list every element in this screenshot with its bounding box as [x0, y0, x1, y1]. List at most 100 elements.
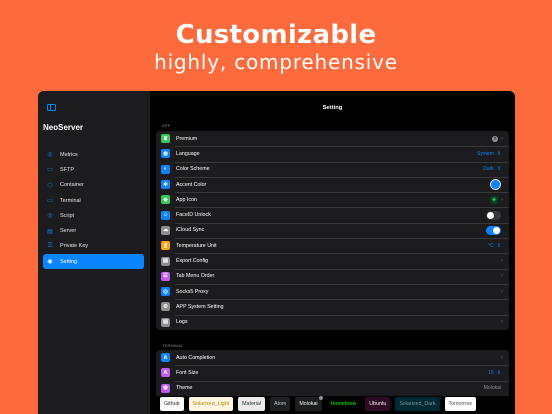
- sidebar-item-label: Private Key: [60, 243, 89, 250]
- script-icon: ◎: [47, 213, 53, 220]
- setting-label: Tab Menu Order: [176, 273, 215, 280]
- app-title: NeoServer: [43, 123, 84, 132]
- setting-label: FaceID Unlock: [176, 212, 211, 219]
- page-title: Setting: [322, 105, 343, 111]
- toggle-faceid-unlock[interactable]: [486, 210, 501, 220]
- promo-title: Customizable: [175, 20, 377, 50]
- thermometer-icon: ▮: [161, 241, 170, 251]
- export-icon: ▤: [161, 256, 170, 266]
- toggle-knob: [487, 211, 494, 219]
- chevron-updown-icon: ⇕: [496, 242, 501, 249]
- theme-chip-tomorrow[interactable]: Tomorrow: [444, 397, 476, 411]
- sidebar-item-label: Script: [60, 212, 75, 219]
- app-icon: ◈: [161, 195, 170, 205]
- setting-row-tab-menu-order[interactable]: ☰ Tab Menu Order ›: [156, 268, 509, 284]
- setting-value-theme: Molokai: [483, 385, 501, 392]
- theme-chip-material[interactable]: Material: [238, 397, 265, 411]
- cloud-icon: ☁: [161, 225, 170, 235]
- accent-color-well[interactable]: [490, 179, 501, 191]
- setting-label: Logs: [176, 319, 188, 326]
- sidebar-item-label: SFTP: [60, 166, 75, 173]
- metrics-icon: ◎: [47, 152, 53, 159]
- setting-row-accent-color[interactable]: ✲ Accent Color: [156, 176, 509, 192]
- terminal-settings-group: A Auto Completion › A Font Size 15 ⇕ ◍ Theme Molo…: [156, 350, 509, 396]
- section-header-app: APP: [162, 124, 171, 128]
- setting-row-theme[interactable]: ◍ Theme Molokai: [156, 380, 509, 396]
- gear-icon: ⚙: [161, 302, 170, 312]
- chevron-right-icon: ›: [501, 319, 503, 326]
- sidebar-toggle-icon[interactable]: [47, 104, 56, 111]
- contrast-icon: ◐: [161, 164, 170, 174]
- crown-icon: ♛: [161, 134, 170, 144]
- setting-value-language[interactable]: System ⇕: [477, 151, 501, 157]
- app-settings-group: ♛ Premium? › ◍ Language System ⇕ ◐ Color Scheme D…: [156, 131, 509, 330]
- sidebar-item-label: Server: [60, 228, 77, 235]
- sidebar-item-terminal[interactable]: ▭ Terminal: [43, 193, 144, 208]
- server-icon: ▤: [47, 228, 53, 235]
- help-icon[interactable]: ?: [492, 135, 498, 142]
- setting-value-font-size[interactable]: 15 ⇕: [488, 370, 501, 376]
- key-icon: ⚿: [47, 242, 53, 249]
- chevron-right-icon: ›: [501, 273, 503, 280]
- selected-indicator: [318, 396, 323, 400]
- chevron-right-icon: ›: [501, 354, 503, 361]
- setting-row-color-scheme[interactable]: ◐ Color Scheme Dark ⇕: [156, 161, 509, 177]
- chevron-updown-icon: ⇕: [496, 150, 501, 157]
- theme-chip-atom[interactable]: Atom: [269, 397, 291, 411]
- current-app-icon: ◈: [490, 195, 498, 204]
- sidebar-item-sftp[interactable]: ▭ SFTP: [43, 162, 144, 177]
- setting-row-socks5-proxy[interactable]: ◎ Socks5 Proxy ›: [156, 283, 509, 299]
- folder-icon: ▭: [47, 167, 53, 174]
- setting-row-auto-completion[interactable]: A Auto Completion ›: [156, 350, 509, 365]
- setting-row-premium[interactable]: ♛ Premium? ›: [156, 131, 509, 146]
- sidebar-item-server[interactable]: ▤ Server: [43, 223, 144, 238]
- sidebar-item-script[interactable]: ◎ Script: [43, 208, 144, 223]
- setting-row-icloud-sync[interactable]: ☁ iCloud Sync: [156, 222, 509, 238]
- proxy-icon: ◎: [161, 287, 170, 297]
- setting-label: Font Size: [176, 369, 199, 376]
- sidebar-item-setting[interactable]: ◉ Setting: [43, 254, 144, 270]
- setting-label: Auto Completion: [176, 354, 216, 361]
- setting-row-export-config[interactable]: ▤ Export Config ›: [156, 253, 509, 268]
- setting-row-temperature-unit[interactable]: ▮ Temperature Unit °C ⇕: [156, 238, 509, 253]
- setting-label: App Icon: [176, 196, 197, 203]
- setting-row-app-system-setting[interactable]: ⚙ APP System Setting: [156, 299, 509, 314]
- theme-chip-github[interactable]: Github: [160, 397, 184, 411]
- setting-row-font-size[interactable]: A Font Size 15 ⇕: [156, 365, 509, 380]
- setting-label: iCloud Sync: [176, 227, 205, 234]
- theme-picker: Github Solarized_Light Material Atom Molokai…: [160, 396, 476, 411]
- theme-chip-solarized-dark[interactable]: Solarized_Dark: [395, 397, 440, 411]
- toggle-icloud-sync[interactable]: [486, 225, 501, 235]
- sidebar-nav: ◎ Metrics ▭ SFTP ⬡ Container ▭ Terminal ◎ Script ▤…: [43, 147, 144, 270]
- setting-value-text: °C: [488, 242, 494, 249]
- setting-label: Socks5 Proxy: [176, 288, 209, 295]
- setting-row-faceid-unlock[interactable]: ☺ FaceID Unlock: [156, 207, 509, 222]
- sidebar-item-container[interactable]: ⬡ Container: [43, 178, 144, 193]
- chevron-right-icon: ›: [501, 258, 503, 265]
- theme-chip-homebrew[interactable]: Homebrew: [326, 397, 361, 411]
- setting-label: Export Config: [176, 258, 209, 265]
- text-icon: A: [161, 353, 170, 363]
- setting-label: Accent Color: [176, 181, 207, 188]
- toggle-knob: [493, 226, 500, 234]
- sidebar-item-label: Setting: [60, 258, 78, 265]
- sidebar-item-label: Terminal: [60, 197, 81, 204]
- logs-icon: ▤: [161, 317, 170, 327]
- chevron-updown-icon: ⇕: [496, 166, 501, 173]
- chevron-right-icon: ›: [501, 196, 503, 203]
- theme-icon: ◍: [161, 383, 170, 393]
- theme-chip-ubuntu[interactable]: Ubuntu: [365, 397, 391, 411]
- setting-row-logs[interactable]: ▤ Logs ›: [156, 314, 509, 330]
- setting-row-language[interactable]: ◍ Language System ⇕: [156, 146, 509, 161]
- sidebar-item-private-key[interactable]: ⚿ Private Key: [43, 239, 144, 254]
- setting-row-app-icon[interactable]: ◈ App Icon ◈ ›: [156, 192, 509, 207]
- palette-icon: ✲: [161, 180, 170, 190]
- theme-chip-solarized-light[interactable]: Solarized_Light: [188, 397, 234, 411]
- setting-value-temperature-unit[interactable]: °C ⇕: [488, 243, 501, 249]
- faceid-icon: ☺: [161, 210, 170, 220]
- sidebar-item-metrics[interactable]: ◎ Metrics: [43, 147, 144, 162]
- theme-chip-molokai[interactable]: Molokai: [295, 396, 323, 411]
- sidebar: NeoServer ◎ Metrics ▭ SFTP ⬡ Container ▭ Termin…: [38, 91, 150, 414]
- setting-value-color-scheme[interactable]: Dark ⇕: [483, 166, 501, 172]
- setting-label: Temperature Unit: [176, 242, 217, 249]
